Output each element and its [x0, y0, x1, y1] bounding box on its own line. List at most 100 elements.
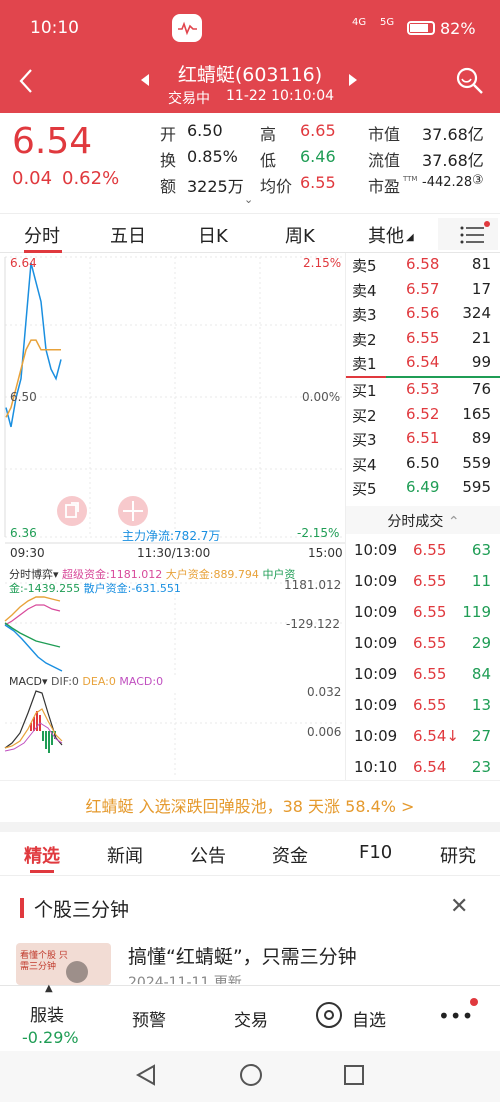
sector-pct: -0.29% [22, 1028, 79, 1047]
trade-volume: 84 [471, 665, 491, 683]
macd-dropdown-icon[interactable]: ▾ [42, 675, 48, 688]
alert-button[interactable]: 预警 [132, 1006, 166, 1031]
next-stock-icon[interactable] [348, 72, 358, 86]
stat-label: 市盈 [368, 177, 401, 196]
large-fund-line [4, 604, 61, 626]
pe-ttm-suffix: TTM [403, 175, 418, 183]
trade-row: 10:09 6.54↓ 27 [346, 721, 500, 752]
boyi-low: -129.122 [286, 617, 340, 631]
ask-row[interactable]: 卖5 6.58 81 [346, 253, 500, 277]
level-price: 6.51 [406, 429, 440, 447]
ask-row[interactable]: 卖1 6.54 99 [346, 351, 500, 375]
stat-label: 流值 [368, 151, 401, 170]
level-price: 6.52 [406, 404, 440, 423]
boyi-dropdown-icon[interactable]: ▾ [53, 568, 59, 581]
sector-up-icon: ▲ [45, 983, 53, 994]
tab-news[interactable]: 新闻 [107, 842, 143, 868]
macd-low: 0.006 [307, 725, 342, 739]
news-tabs: 精选 新闻 公告 资金 F10 研究 [0, 832, 500, 876]
battery-icon [407, 21, 435, 35]
stock-title: 红蜻蜓(603116) [177, 64, 323, 86]
watchlist-button[interactable]: 自选 [352, 1006, 386, 1031]
trades-header[interactable]: 分时成交 ⌃ [346, 506, 500, 534]
trade-time: 10:10 [354, 758, 398, 776]
network-5g: 5G [380, 17, 395, 28]
bid-row[interactable]: 买3 6.51 89 [346, 427, 500, 451]
bid-row[interactable]: 买1 6.53 76 [346, 378, 500, 402]
chart-bottom-pct: -2.15% [297, 526, 340, 540]
level-price: 6.50 [406, 453, 440, 472]
share-icon[interactable] [57, 496, 87, 526]
nav-back-icon[interactable] [135, 1063, 157, 1091]
quote-datetime: 11-22 10:10:04 [226, 88, 335, 104]
trade-time: 10:09 [354, 603, 398, 621]
tab-weekly-k[interactable]: 周K [285, 222, 315, 248]
trades-header-label: 分时成交 [387, 514, 444, 530]
expand-chevron-icon[interactable]: ⌄ [244, 193, 253, 206]
notification-dot [470, 998, 478, 1006]
ask-row[interactable]: 卖3 6.56 324 [346, 302, 500, 326]
sector-name[interactable]: 服装 [30, 1001, 64, 1026]
tab-announcements[interactable]: 公告 [190, 842, 226, 868]
crosshair-icon[interactable] [118, 496, 148, 526]
trade-volume: 23 [471, 758, 491, 776]
other-dropdown-icon: ◢ [406, 232, 414, 243]
bid-row[interactable]: 买4 6.50 559 [346, 452, 500, 476]
article-thumbnail[interactable]: 看懂个股 只需三分钟 [16, 943, 111, 985]
tab-research[interactable]: 研究 [440, 842, 476, 868]
retail-fund-line [4, 624, 63, 672]
stat-label: 额 [160, 177, 177, 196]
boyi-label[interactable]: 分时博弈 [9, 568, 53, 581]
intraday-chart[interactable]: 6.64 2.15% 6.50 0.00% 6.36 -2.15% 主力净流:7… [0, 253, 345, 780]
status-time: 10:10 [30, 18, 79, 38]
macd-label[interactable]: MACD [9, 675, 42, 688]
trade-time: 10:09 [354, 665, 398, 683]
level-volume: 17 [471, 279, 491, 298]
trade-price: 6.55 [413, 634, 447, 652]
tab-funds[interactable]: 资金 [272, 842, 308, 868]
stat-value: 6.50 [187, 121, 223, 140]
stat-label: 低 [260, 151, 277, 170]
level-label: 卖3 [352, 306, 377, 324]
network-4g: 4G [352, 17, 367, 28]
tab-intraday[interactable]: 分时 [24, 222, 60, 248]
trade-row: 10:09 6.55 11 [346, 566, 500, 597]
tab-daily-k[interactable]: 日K [198, 222, 228, 248]
trade-row: 10:10 6.54 23 [346, 752, 500, 783]
bid-row[interactable]: 买5 6.49 595 [346, 476, 500, 500]
chart-tabs: 分时 五日 日K 周K 其他 ◢ [0, 213, 500, 253]
last-price: 6.54 [12, 121, 93, 162]
pe-info-mark[interactable]: ③ [472, 173, 484, 188]
trade-price: 6.54 [413, 758, 447, 776]
ask-row[interactable]: 卖4 6.57 17 [346, 278, 500, 302]
tab-featured[interactable]: 精选 [24, 842, 60, 868]
tab-other[interactable]: 其他 [368, 222, 404, 248]
search-icon[interactable] [455, 66, 485, 96]
section-title: 个股三分钟 [34, 899, 130, 921]
tab-f10[interactable]: F10 [359, 842, 392, 863]
ask-row[interactable]: 卖2 6.55 21 [346, 327, 500, 351]
dif-value: DIF:0 [51, 675, 79, 688]
bid-row[interactable]: 买2 6.52 165 [346, 403, 500, 427]
close-icon[interactable]: ✕ [450, 894, 468, 919]
promo-banner[interactable]: 红蜻蜓 入选深跌回弹股池，38 天涨 58.4% > [0, 780, 500, 822]
more-icon[interactable]: ••• [438, 1004, 473, 1028]
trade-row: 10:09 6.55 63 [346, 535, 500, 566]
tab-five-day[interactable]: 五日 [110, 222, 146, 248]
nav-home-icon[interactable] [239, 1063, 263, 1091]
section-separator [0, 822, 500, 832]
trade-button[interactable]: 交易 [234, 1006, 268, 1031]
article-title[interactable]: 搞懂“红蜻蜓”，只需三分钟 [128, 942, 357, 969]
level-volume: 99 [471, 353, 491, 371]
stat-value: 37.68亿 [422, 151, 484, 170]
trade-volume: 27 [471, 727, 491, 745]
nav-recents-icon[interactable] [343, 1064, 365, 1090]
play-icon [66, 961, 88, 983]
trade-status: 交易中 [168, 91, 210, 107]
trade-price: 6.55 [413, 665, 447, 683]
article-date: 2024-11-11 更新 [128, 975, 242, 984]
dea-value: DEA:0 [82, 675, 116, 688]
settings-list-icon[interactable] [438, 218, 498, 250]
watchlist-icon[interactable] [316, 1002, 342, 1028]
trade-volume: 63 [471, 541, 491, 559]
